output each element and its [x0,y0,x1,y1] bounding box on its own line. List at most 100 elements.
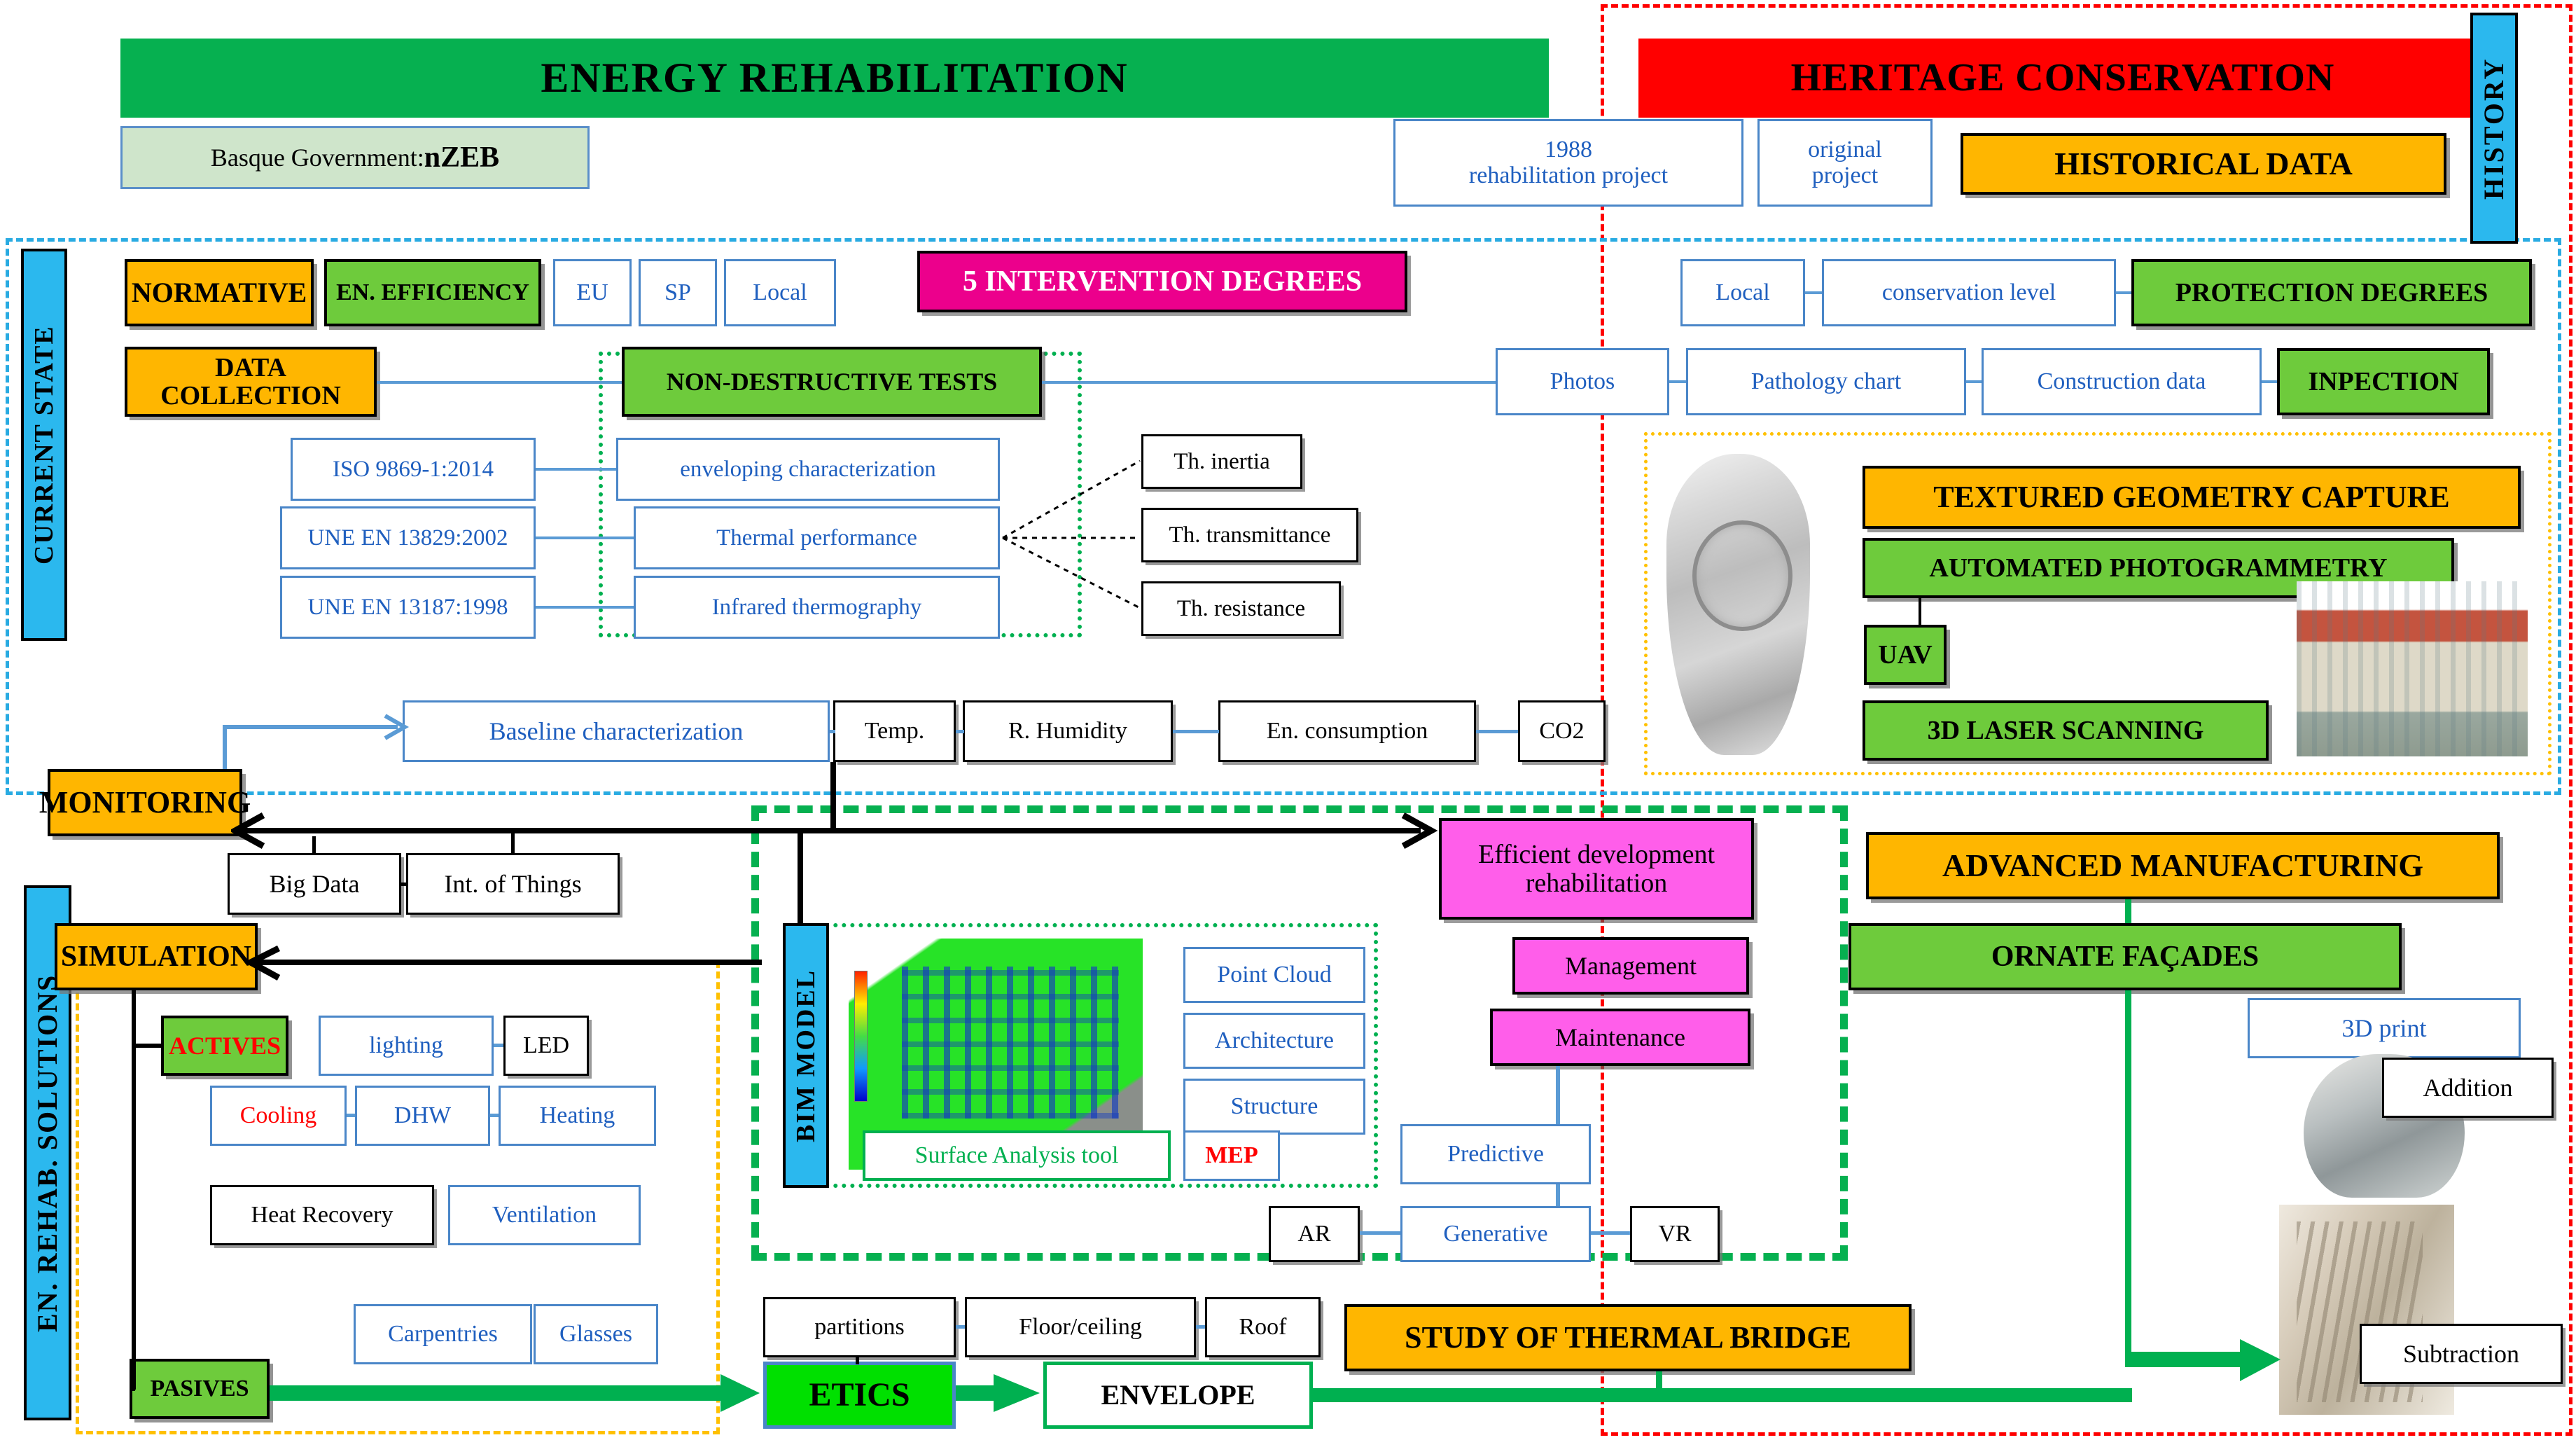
inpection-box[interactable]: INPECTION [2277,348,2490,415]
enveloping-characterization-box[interactable]: enveloping characterization [616,438,1000,501]
mep-box[interactable]: MEP [1183,1130,1280,1181]
addition-box[interactable]: Addition [2382,1058,2554,1118]
architecture-box[interactable]: Architecture [1183,1013,1365,1069]
r-humidity-box[interactable]: R. Humidity [963,700,1173,762]
advanced-manufacturing-box[interactable]: ADVANCED MANUFACTURING [1866,832,2500,899]
connector-floor-roof [1196,1325,1205,1329]
print-3d-box[interactable]: 3D print [2248,998,2521,1058]
etics-box[interactable]: ETICS [763,1362,956,1429]
point-cloud-box[interactable]: Point Cloud [1183,947,1365,1003]
monitoring-box[interactable]: MONITORING [39,769,251,836]
int-of-things-box[interactable]: Int. of Things [406,853,620,915]
big-data-box[interactable]: Big Data [228,853,401,915]
connector-consumption-co2 [1476,730,1518,733]
th-resistance-box[interactable]: Th. resistance [1141,581,1341,636]
baseline-characterization-box[interactable]: Baseline characterization [403,700,830,762]
temp-box[interactable]: Temp. [833,700,956,762]
predictive-box[interactable]: Predictive [1400,1124,1591,1184]
pathology-chart-box[interactable]: Pathology chart [1686,348,1966,415]
heating-box[interactable]: Heating [499,1086,656,1146]
arrowhead-simulation [246,946,281,981]
generative-box[interactable]: Generative [1400,1206,1591,1262]
photos-box[interactable]: Photos [1496,348,1669,415]
connector-humidity-consumption [1173,730,1219,733]
normative-box[interactable]: NORMATIVE [125,259,314,326]
management-box[interactable]: Management [1512,937,1749,995]
original-project-box[interactable]: original project [1757,119,1933,207]
structure-box[interactable]: Structure [1183,1079,1365,1135]
une-13829-box[interactable]: UNE EN 13829:2002 [280,506,536,569]
envelope-box[interactable]: ENVELOPE [1043,1362,1313,1429]
subtraction-box[interactable]: Subtraction [2360,1324,2563,1384]
connector-lighting-led [494,1044,503,1047]
ornate-facades-box[interactable]: ORNATE FAÇADES [1849,923,2402,990]
carpentries-box[interactable]: Carpentries [354,1304,532,1364]
lighting-box[interactable]: lighting [319,1016,494,1076]
ar-box[interactable]: AR [1269,1206,1360,1262]
non-destructive-tests-box[interactable]: NON-DESTRUCTIVE TESTS [622,347,1042,417]
floor-ceiling-box[interactable]: Floor/ceiling [965,1297,1196,1357]
basque-government-box: Basque Government: nZEB [120,126,590,189]
arrowhead-efficient [1401,812,1438,849]
pasives-box[interactable]: PASIVES [130,1359,270,1419]
connector-photos-pathology [1669,380,1686,383]
partitions-box[interactable]: partitions [763,1297,956,1357]
arrowhead-envelope [994,1374,1040,1412]
th-transmittance-box[interactable]: Th. transmittance [1141,508,1358,562]
connector-photogrammetry-uav [1919,597,1921,626]
connector-partitions-etics [856,1357,859,1364]
thermal-fan-connectors [1002,459,1141,609]
led-box[interactable]: LED [503,1016,589,1076]
diagram-canvas: ENERGY REHABILITATION HERITAGE CONSERVAT… [0,0,2576,1440]
en-consumption-box[interactable]: En. consumption [1218,700,1476,762]
connector-pathology-construction [1966,380,1982,383]
vr-box[interactable]: VR [1630,1206,1720,1262]
simulation-box[interactable]: SIMULATION [55,923,258,990]
thermal-performance-box[interactable]: Thermal performance [634,506,1000,569]
intervention-degrees-box[interactable]: 5 INTERVENTION DEGREES [917,251,1407,312]
thermal-bridge-box[interactable]: STUDY OF THERMAL BRIDGE [1344,1304,1912,1371]
historical-data-box[interactable]: HISTORICAL DATA [1961,133,2446,195]
actives-box[interactable]: ACTIVES [161,1016,288,1076]
banner-current-state: CURRENT STATE [21,249,67,641]
construction-data-box[interactable]: Construction data [1982,348,2262,415]
uav-box[interactable]: UAV [1864,625,1947,685]
co2-box[interactable]: CO2 [1518,700,1606,762]
infrared-thermography-box[interactable]: Infrared thermography [634,576,1000,639]
cooling-box[interactable]: Cooling [210,1086,347,1146]
protection-degrees-box[interactable]: PROTECTION DEGREES [2131,259,2532,326]
connector-une13187-infrared [536,606,634,609]
nzeb-label: nZEB [424,141,500,174]
connector-une13829-thermal [536,536,634,539]
dhw-box[interactable]: DHW [355,1086,490,1146]
heat-recovery-box[interactable]: Heat Recovery [210,1185,434,1245]
connector-maintenance-predictive [1556,1066,1560,1133]
arrow-into-baseline-stem [223,725,398,729]
rehab-project-1988-box[interactable]: 1988 rehabilitation project [1393,119,1743,207]
ventilation-box[interactable]: Ventilation [448,1185,641,1245]
en-efficiency-box[interactable]: EN. EFFICIENCY [324,259,541,326]
connector-ar-generative [1360,1231,1400,1235]
surface-analysis-tool-box[interactable]: Surface Analysis tool [863,1130,1171,1181]
local-heritage-box[interactable]: Local [1680,259,1805,326]
sp-box[interactable]: SP [639,259,717,326]
efficient-development-box[interactable]: Efficient development rehabilitation [1439,818,1754,920]
connector-datacollection-ndt [377,381,623,384]
arrowhead-monitoring [231,812,265,849]
connector-generative-vr [1591,1231,1630,1235]
local-box[interactable]: Local [724,259,836,326]
une-13187-box[interactable]: UNE EN 13187:1998 [280,576,536,639]
iso-9869-box[interactable]: ISO 9869-1:2014 [291,438,536,501]
laser-scanning-box[interactable]: 3D LASER SCANNING [1863,700,2269,761]
ornate-facades-riser [2125,990,2131,1358]
glasses-box[interactable]: Glasses [534,1304,658,1364]
textured-geometry-capture-box[interactable]: TEXTURED GEOMETRY CAPTURE [1863,466,2521,529]
eu-box[interactable]: EU [553,259,632,326]
th-inertia-box[interactable]: Th. inertia [1141,434,1302,489]
roof-box[interactable]: Roof [1205,1297,1321,1357]
conservation-level-box[interactable]: conservation level [1822,259,2116,326]
pasives-to-etics-line [270,1385,725,1401]
arrowhead-etics [720,1374,760,1412]
data-collection-box[interactable]: DATA COLLECTION [125,347,377,417]
maintenance-box[interactable]: Maintenance [1490,1009,1750,1066]
